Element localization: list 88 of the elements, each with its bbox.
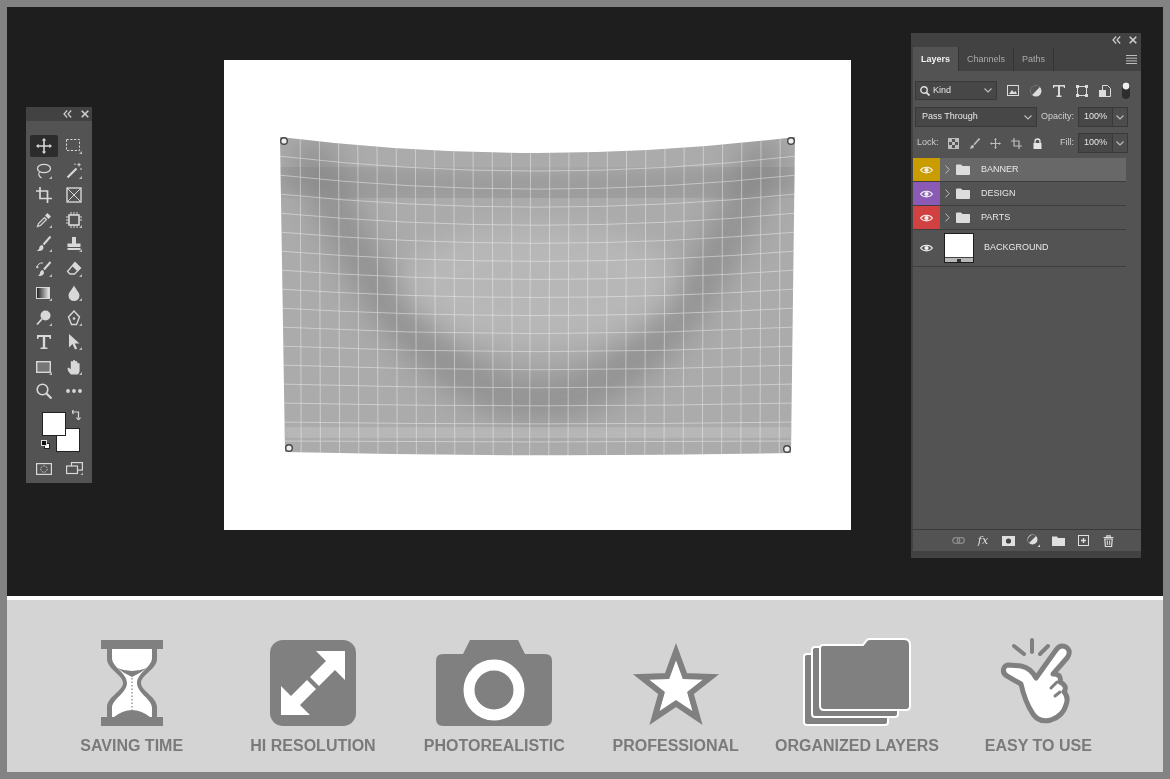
- lasso-icon: [36, 162, 52, 179]
- swap-arrows-icon[interactable]: [72, 409, 81, 420]
- feature-label: HI RESOLUTION: [250, 737, 376, 755]
- layer-name: BANNER: [981, 162, 1019, 176]
- layer-row[interactable]: BACKGROUND: [913, 230, 1126, 267]
- gradient-icon: [36, 285, 52, 302]
- layer-style-button[interactable]: fx: [977, 534, 989, 547]
- layer-row[interactable]: BANNER: [913, 158, 1126, 182]
- caret-icon: [984, 88, 992, 93]
- folders-icon: [803, 638, 911, 726]
- collapse-icon[interactable]: [1112, 36, 1121, 44]
- lock-label: Lock:: [917, 136, 939, 150]
- blend-mode-dropdown[interactable]: Pass Through: [915, 107, 1037, 127]
- brush-icon[interactable]: [968, 137, 980, 149]
- visibility-toggle[interactable]: [913, 158, 940, 181]
- crossed-box-icon: [66, 187, 82, 204]
- layer-row[interactable]: DESIGN: [913, 182, 1126, 206]
- hourglass-icon: [100, 640, 163, 726]
- caret-icon: [1024, 114, 1032, 120]
- close-icon[interactable]: [1129, 36, 1137, 44]
- folder-icon: [956, 212, 970, 223]
- layer-name: BACKGROUND: [984, 241, 1049, 255]
- star-icon: [631, 642, 720, 726]
- magic-wand-icon: [66, 162, 82, 179]
- lock-icon[interactable]: [1031, 137, 1043, 149]
- ellipsis-icon: [66, 389, 82, 394]
- visibility-toggle[interactable]: [913, 206, 940, 229]
- crop-icon: [36, 187, 52, 204]
- brush-icon: [36, 236, 52, 253]
- tool-button[interactable]: [30, 135, 58, 158]
- feature-label: ORGANIZED LAYERS: [775, 737, 939, 755]
- fill-label: Fill:: [1060, 136, 1074, 150]
- rectangle-icon: [36, 358, 52, 375]
- history-brush-icon: [36, 260, 52, 277]
- eraser-icon: [66, 260, 82, 277]
- move-icon[interactable]: [989, 137, 1001, 149]
- stamp-icon: [66, 236, 82, 253]
- feature-label: SAVING TIME: [80, 737, 184, 755]
- search-icon: [920, 85, 930, 96]
- color-swatches-icon[interactable]: [42, 411, 80, 452]
- overlapping-windows-icon[interactable]: [65, 462, 83, 475]
- eyedropper-icon: [36, 211, 52, 228]
- cursor-arrow-icon: [66, 334, 82, 351]
- opacity-label: Opacity:: [1041, 110, 1074, 124]
- layer-name: PARTS: [981, 210, 1011, 224]
- hand-icon: [66, 358, 82, 375]
- panel-tab[interactable]: Layers: [913, 47, 960, 71]
- visibility-toggle[interactable]: [913, 182, 940, 205]
- default-colors-icon[interactable]: [41, 439, 50, 449]
- quick-mask-icon[interactable]: [36, 462, 52, 475]
- resize-arrows-icon: [270, 640, 356, 726]
- camera-icon: [436, 640, 553, 726]
- folder-icon: [956, 188, 970, 199]
- feature-label: EASY TO USE: [984, 737, 1092, 755]
- chip-icon: [66, 211, 82, 228]
- move-icon: [36, 138, 52, 155]
- transform-box-icon[interactable]: [1076, 84, 1088, 97]
- lollipop-icon: [36, 309, 52, 326]
- half-circle-icon[interactable]: [1026, 534, 1040, 547]
- new-layer-icon[interactable]: [1077, 535, 1089, 546]
- collapse-icon[interactable]: [63, 110, 72, 118]
- layer-thumbnail: [944, 233, 974, 263]
- trash-icon[interactable]: [1102, 534, 1114, 547]
- image-icon[interactable]: [1007, 85, 1019, 96]
- close-icon[interactable]: [81, 110, 89, 118]
- crop-icon[interactable]: [1010, 137, 1022, 149]
- type-icon: [36, 334, 52, 351]
- folder-icon: [956, 164, 970, 175]
- feature-label: PROFESSIONAL: [612, 737, 739, 755]
- mask-icon[interactable]: [1001, 535, 1015, 546]
- magnifier-icon: [36, 383, 52, 400]
- marquee-icon: [66, 138, 82, 155]
- layer-name: DESIGN: [981, 186, 1016, 200]
- feature-label: PHOTOREALISTIC: [423, 737, 565, 755]
- kind-filter-dropdown[interactable]: Kind: [915, 81, 997, 100]
- type-icon[interactable]: [1053, 84, 1065, 97]
- pen-icon: [66, 309, 82, 326]
- menu-icon[interactable]: [1126, 54, 1137, 64]
- toggle-switch-icon[interactable]: [1122, 82, 1130, 99]
- folder-icon[interactable]: [1051, 535, 1065, 546]
- half-circle-icon[interactable]: [1030, 84, 1042, 97]
- chevron-right-icon[interactable]: [945, 213, 950, 222]
- page-icon[interactable]: [1099, 84, 1111, 97]
- drop-icon: [66, 285, 82, 302]
- layer-row[interactable]: PARTS: [913, 206, 1126, 230]
- chevron-right-icon[interactable]: [945, 189, 950, 198]
- chevron-right-icon[interactable]: [945, 165, 950, 174]
- checkerboard-icon[interactable]: [947, 137, 959, 149]
